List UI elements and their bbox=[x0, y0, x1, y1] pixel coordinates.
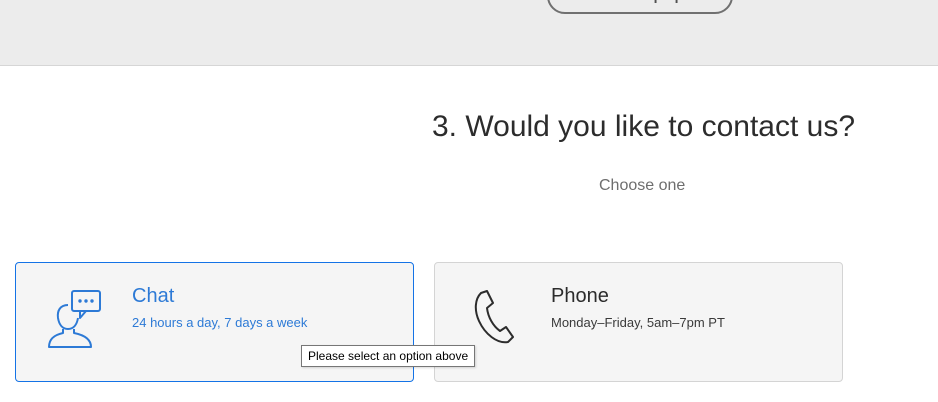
phone-option-hours: Monday–Friday, 5am–7pm PT bbox=[551, 315, 725, 330]
chat-option-title: Chat bbox=[132, 285, 175, 307]
section-title: 3. Would you like to contact us? bbox=[432, 110, 856, 143]
chat-person-icon bbox=[46, 289, 104, 356]
show-self-help-options-button[interactable]: Show self-help options bbox=[547, 0, 733, 14]
validation-tooltip: Please select an option above bbox=[301, 345, 476, 367]
section-subtitle: Choose one bbox=[599, 177, 686, 194]
phone-handset-icon bbox=[471, 289, 515, 350]
phone-option-card[interactable]: Phone Monday–Friday, 5am–7pm PT bbox=[434, 262, 843, 382]
top-band: Show self-help options bbox=[0, 0, 938, 66]
chat-option-hours: 24 hours a day, 7 days a week bbox=[132, 315, 308, 330]
phone-option-title: Phone bbox=[551, 285, 609, 307]
